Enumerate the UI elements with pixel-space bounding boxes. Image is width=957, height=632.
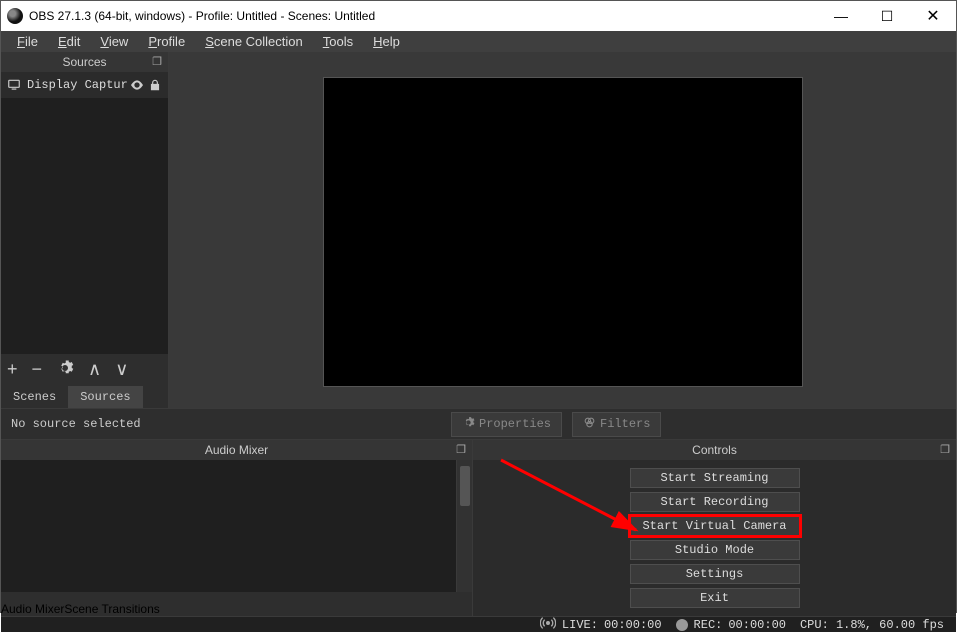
tab-sources[interactable]: Sources: [68, 386, 142, 408]
rec-time: 00:00:00: [728, 618, 786, 632]
properties-button[interactable]: Properties: [451, 412, 562, 437]
control-start-recording-button[interactable]: Start Recording: [630, 492, 800, 512]
audio-mixer-header: Audio Mixer ❐: [1, 440, 472, 460]
sources-toolbar: + − ∧ ∨: [1, 354, 168, 384]
rec-label: REC:: [694, 618, 723, 632]
scrollbar[interactable]: [456, 460, 472, 592]
filters-label: Filters: [600, 417, 650, 431]
obs-logo-icon: [7, 8, 23, 24]
menu-file[interactable]: File: [7, 31, 48, 52]
broadcast-icon: [540, 617, 556, 632]
titlebar: OBS 27.1.3 (64-bit, windows) - Profile: …: [1, 1, 956, 31]
popout-icon[interactable]: ❐: [940, 443, 950, 456]
menubar: File Edit View Profile Scene Collection …: [1, 31, 956, 52]
controls-header: Controls ❐: [473, 440, 956, 460]
popout-icon[interactable]: ❐: [152, 55, 162, 68]
filters-icon: [583, 416, 596, 433]
menu-scene-collection[interactable]: Scene Collection: [195, 31, 313, 52]
controls-panel: Controls ❐ Start Streaming Start Recordin…: [473, 440, 956, 616]
popout-icon[interactable]: ❐: [456, 443, 466, 456]
controls-title: Controls: [692, 443, 737, 457]
control-start-streaming-button[interactable]: Start Streaming: [630, 468, 800, 488]
audio-mixer-panel: Audio Mixer ❐ Audio Mixer Scene Transiti…: [1, 440, 473, 616]
source-status: No source selected: [11, 417, 221, 431]
monitor-icon: [5, 78, 23, 92]
properties-label: Properties: [479, 417, 551, 431]
source-row[interactable]: Display Captur: [1, 72, 168, 98]
settings-icon[interactable]: [56, 359, 74, 380]
tab-audio-mixer[interactable]: Audio Mixer: [1, 602, 64, 616]
live-time: 00:00:00: [604, 618, 662, 632]
tab-scene-transitions[interactable]: Scene Transitions: [64, 602, 159, 616]
menu-edit[interactable]: Edit: [48, 31, 90, 52]
cpu-status: CPU: 1.8%, 60.00 fps: [800, 618, 944, 632]
audio-mixer-title: Audio Mixer: [205, 443, 268, 457]
menu-help[interactable]: Help: [363, 31, 410, 52]
add-button[interactable]: +: [7, 360, 18, 378]
gear-icon: [462, 416, 475, 433]
move-up-button[interactable]: ∧: [88, 360, 101, 378]
audio-mixer-body: [1, 460, 456, 592]
window-title: OBS 27.1.3 (64-bit, windows) - Profile: …: [29, 9, 375, 23]
sources-panel: Sources ❐ Display Captur: [1, 52, 169, 408]
menu-profile[interactable]: Profile: [138, 31, 195, 52]
controls-body: Start Streaming Start Recording Start Virt…: [473, 460, 956, 616]
close-button[interactable]: ✕: [910, 1, 956, 31]
cpu-text: CPU: 1.8%, 60.00 fps: [800, 618, 944, 632]
control-studio-mode-button[interactable]: Studio Mode: [630, 540, 800, 560]
maximize-button[interactable]: ☐: [864, 1, 910, 31]
preview-canvas[interactable]: [323, 77, 803, 387]
rec-status: REC: 00:00:00: [676, 618, 786, 632]
move-down-button[interactable]: ∨: [115, 360, 128, 378]
live-status: LIVE: 00:00:00: [540, 617, 662, 632]
left-tabs: Scenes Sources: [1, 384, 168, 408]
visibility-icon[interactable]: [128, 77, 146, 93]
bottom-tabs: Audio Mixer Scene Transitions: [1, 592, 472, 616]
sources-panel-title: Sources: [62, 55, 106, 69]
preview-area: [169, 52, 956, 408]
filters-button[interactable]: Filters: [572, 412, 661, 437]
minimize-button[interactable]: —: [818, 1, 864, 31]
mid-row: No source selected Properties Filters: [1, 408, 956, 440]
control-start-virtual-camera-button[interactable]: Start Virtual Camera: [630, 516, 800, 536]
sources-panel-header: Sources ❐: [1, 52, 168, 72]
control-settings-button[interactable]: Settings: [630, 564, 800, 584]
statusbar: LIVE: 00:00:00 REC: 00:00:00 CPU: 1.8%, …: [1, 616, 956, 632]
tab-scenes[interactable]: Scenes: [1, 386, 68, 408]
sources-empty-area: [1, 98, 168, 354]
remove-button[interactable]: −: [32, 360, 43, 378]
source-label: Display Captur: [27, 78, 128, 92]
control-exit-button[interactable]: Exit: [630, 588, 800, 608]
lock-icon[interactable]: [146, 78, 164, 92]
menu-view[interactable]: View: [90, 31, 138, 52]
live-label: LIVE:: [562, 618, 598, 632]
menu-tools[interactable]: Tools: [313, 31, 363, 52]
record-icon: [676, 619, 688, 631]
